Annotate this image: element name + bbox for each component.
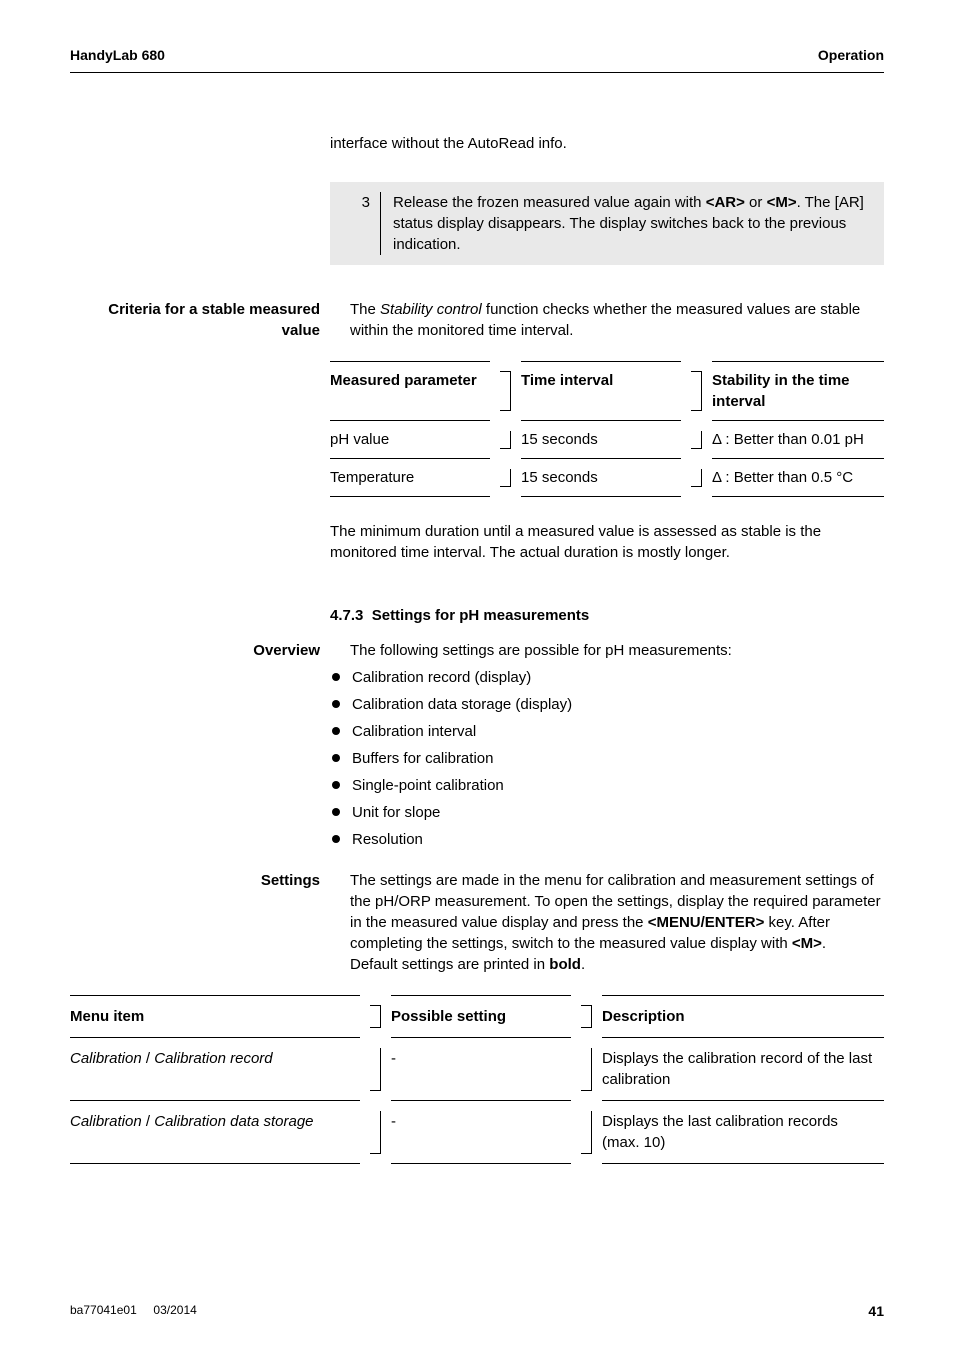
settings-block: Settings The settings are made in the me… [70, 870, 884, 975]
section-heading: 4.7.3 Settings for pH measurements [330, 605, 884, 626]
page-number: 41 [868, 1302, 884, 1322]
criteria-body: The Stability control function checks wh… [350, 299, 884, 341]
footer: ba77041e01 03/2014 41 [70, 1302, 884, 1322]
header-left: HandyLab 680 [70, 46, 165, 66]
step-number: 3 [340, 192, 381, 255]
menu-row: Calibration / Calibration record - Displ… [70, 1038, 884, 1101]
running-header: HandyLab 680 Operation [70, 46, 884, 73]
footer-left: ba77041e01 03/2014 [70, 1302, 197, 1322]
overview-block: Overview The following settings are poss… [70, 640, 884, 661]
criteria-label: Criteria for a stable measured value [70, 299, 350, 341]
list-item: Calibration record (display) [330, 667, 884, 688]
overview-list: Calibration record (display) Calibration… [330, 667, 884, 850]
page: HandyLab 680 Operation interface without… [0, 0, 954, 1350]
list-item: Buffers for calibration [330, 748, 884, 769]
overview-intro: The following settings are possible for … [350, 640, 884, 661]
settings-body: The settings are made in the menu for ca… [350, 870, 884, 975]
list-item: Calibration interval [330, 721, 884, 742]
list-item: Single-point calibration [330, 775, 884, 796]
list-item: Calibration data storage (display) [330, 694, 884, 715]
table-header-row: Measured parameter Time interval Stabili… [330, 361, 884, 421]
stability-table: Measured parameter Time interval Stabili… [330, 361, 884, 497]
th-interval: Time interval [521, 361, 681, 421]
settings-label: Settings [70, 870, 350, 975]
criteria-block: Criteria for a stable measured value The… [70, 299, 884, 341]
header-right: Operation [818, 46, 884, 66]
list-item: Unit for slope [330, 802, 884, 823]
menu-table-header: Menu item Possible setting Description [70, 995, 884, 1038]
after-table-note: The minimum duration until a measured va… [330, 521, 884, 563]
menu-row: Calibration / Calibration data storage -… [70, 1101, 884, 1164]
step-text: Release the frozen measured value again … [381, 192, 870, 255]
step-box: 3 Release the frozen measured value agai… [330, 182, 884, 265]
list-item: Resolution [330, 829, 884, 850]
key-menu-enter: <MENU/ENTER> [648, 914, 765, 931]
th-measured: Measured parameter [330, 361, 490, 421]
intro-text: interface without the AutoRead info. [330, 133, 884, 154]
overview-label: Overview [70, 640, 350, 661]
th-stability: Stability in the time interval [712, 361, 884, 421]
menu-table: Menu item Possible setting Description C… [70, 995, 884, 1164]
table-row: Temperature 15 seconds Δ : Better than 0… [330, 459, 884, 497]
table-row: pH value 15 seconds Δ : Better than 0.01… [330, 421, 884, 459]
key-m: <M> [767, 194, 797, 211]
key-ar: <AR> [706, 194, 745, 211]
key-m: <M> [792, 935, 822, 952]
